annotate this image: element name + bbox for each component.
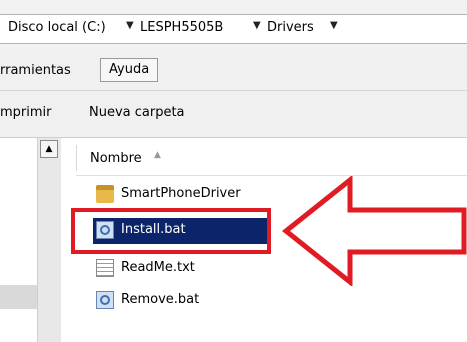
navigation-scrollbar[interactable]: ▲ [37,138,62,342]
print-button[interactable]: mprimir [0,105,52,120]
file-row[interactable]: Remove.bat [96,288,272,314]
file-name: Remove.bat [121,292,200,307]
chevron-down-icon[interactable]: ▼ [330,20,338,31]
navigation-pane[interactable] [0,138,37,342]
file-row[interactable]: ReadMe.txt [96,256,272,282]
file-name: SmartPhoneDriver [121,186,241,201]
new-folder-button[interactable]: Nueva carpeta [89,105,185,120]
pointer-arrow-icon [281,176,467,286]
chevron-down-icon[interactable]: ▼ [253,20,261,31]
breadcrumb-drivers[interactable]: Drivers [267,20,314,35]
menu-ayuda[interactable]: Ayuda [100,58,159,82]
address-bar-area: Disco local (C:) ▼ LESPH5505B ▼ Drivers … [0,0,467,48]
file-row[interactable]: SmartPhoneDriver [96,182,272,208]
highlight-box [71,208,271,254]
address-bar[interactable]: Disco local (C:) ▼ LESPH5505B ▼ Drivers … [0,14,467,44]
menu-herramientas[interactable]: rramientas [0,63,71,78]
scroll-up-arrow-icon[interactable]: ▲ [40,140,58,158]
chevron-down-icon[interactable]: ▼ [126,20,134,31]
folder-icon [96,185,114,203]
breadcrumb-disco-local[interactable]: Disco local (C:) [8,20,106,35]
column-header-nombre[interactable]: Nombre [90,151,142,166]
menu-bar: rramientas Ayuda [0,48,467,91]
text-file-icon [96,259,114,277]
column-separator [76,145,77,171]
command-toolbar: mprimir Nueva carpeta [0,91,467,138]
navigation-selected-item[interactable] [0,285,37,309]
breadcrumb-lesph5505b[interactable]: LESPH5505B [140,20,223,35]
sort-ascending-icon: ▲ [154,150,161,160]
batch-file-icon [96,291,114,309]
column-header-row: Nombre ▲ [76,141,467,176]
file-name: ReadMe.txt [121,260,195,275]
